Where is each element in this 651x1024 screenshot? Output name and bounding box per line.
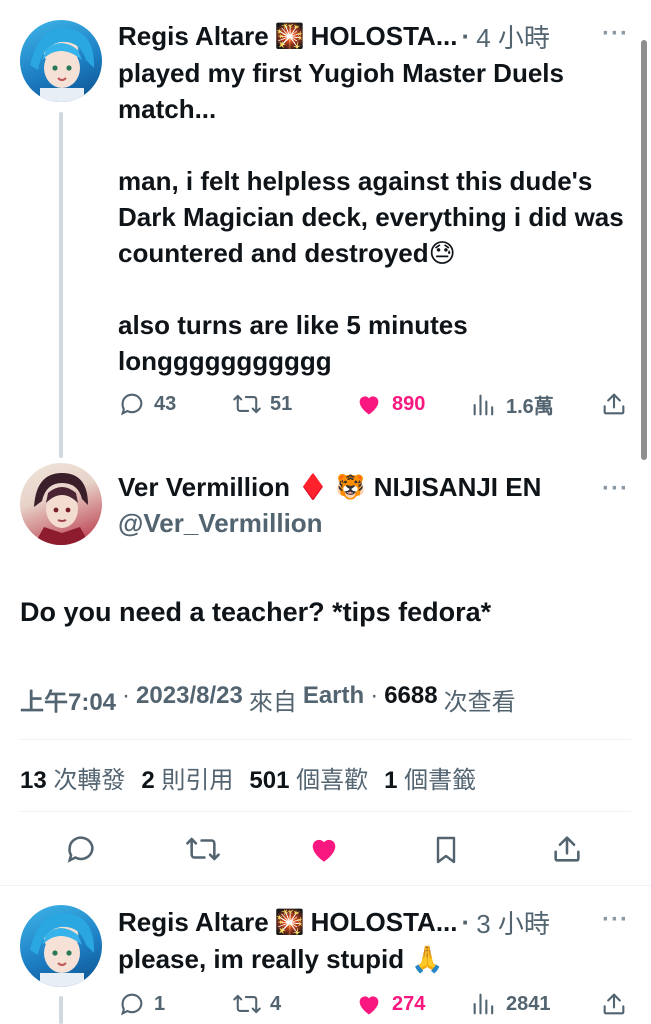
main-source-prefix: 來自 bbox=[248, 689, 297, 716]
reply2-likes: 274 bbox=[392, 992, 426, 1015]
views-icon bbox=[473, 993, 494, 1015]
divider-1 bbox=[20, 739, 631, 740]
red-diamond-icon: ♦️ bbox=[297, 474, 328, 501]
reply1-org[interactable]: HOLOSTA... bbox=[311, 21, 458, 52]
reply1-dot: · bbox=[461, 21, 471, 51]
reply1-likes: 890 bbox=[392, 392, 426, 415]
heart-filled-icon bbox=[359, 396, 379, 415]
reply2-views: 2841 bbox=[506, 992, 551, 1015]
avatar-regis-2-art bbox=[30, 912, 95, 987]
reply-icon[interactable] bbox=[64, 832, 98, 866]
reply1-text: played my first Yugioh Master Duels matc… bbox=[118, 58, 624, 376]
tiger-icon: 🐯 bbox=[335, 474, 366, 501]
share-icon[interactable] bbox=[550, 832, 584, 866]
reply2-dot: · bbox=[461, 907, 471, 937]
retweet-icon bbox=[233, 994, 261, 1014]
stat-likes-num: 501 bbox=[249, 767, 290, 794]
reply1-author-name[interactable]: Regis Altare bbox=[118, 21, 269, 52]
main-meta: 上午7:04 · 2023/8/23 來自 Earth · 6688 次查看 bbox=[20, 682, 516, 717]
fireworks-icon: 🎇 bbox=[274, 23, 305, 50]
reply1-reply-button[interactable]: 43 bbox=[118, 390, 176, 418]
divider-2 bbox=[20, 811, 631, 812]
main-views-count: 6688 bbox=[384, 682, 438, 709]
reply1-retweet-button[interactable]: 51 bbox=[232, 390, 292, 418]
reply1-actions: 43 51 890 1.6萬 bbox=[118, 390, 633, 420]
reply2-more-icon[interactable]: ··· bbox=[602, 906, 629, 934]
reply1-like-button[interactable]: 890 bbox=[354, 390, 425, 418]
reply2-views-button[interactable]: 2841 bbox=[470, 990, 551, 1018]
reply2-text: please, im really stupid 🙏 bbox=[118, 944, 444, 974]
reply2-replies: 1 bbox=[154, 992, 166, 1015]
avatar-ver-art bbox=[34, 473, 90, 545]
stat-quotes-label: 則引用 bbox=[161, 767, 234, 794]
stat-likes-label: 個喜歡 bbox=[296, 767, 369, 794]
scrollbar[interactable] bbox=[641, 40, 647, 460]
main-date[interactable]: 2023/8/23 bbox=[136, 682, 243, 717]
meta-dot-2: · bbox=[370, 682, 379, 709]
main-time[interactable]: 上午7:04 bbox=[20, 682, 116, 717]
reply1-more-icon[interactable]: ··· bbox=[602, 20, 629, 48]
main-source: Earth bbox=[302, 682, 365, 709]
stat-quotes[interactable]: 2 則引用 bbox=[141, 760, 233, 795]
reply-icon bbox=[121, 393, 143, 416]
meta-dot-1: · bbox=[122, 682, 131, 709]
stat-retweets-num: 13 bbox=[20, 767, 47, 794]
reply1-header: Regis Altare 🎇 HOLOSTA... · 4 小時 bbox=[118, 18, 550, 55]
reply2-header: Regis Altare 🎇 HOLOSTA... · 3 小時 bbox=[118, 904, 550, 941]
main-header: Ver Vermillion ♦️ 🐯 NIJISANJI EN bbox=[118, 472, 541, 503]
main-handle[interactable]: @Ver_Vermillion bbox=[118, 508, 323, 539]
stat-bookmarks-num: 1 bbox=[384, 767, 398, 794]
main-org[interactable]: NIJISANJI EN bbox=[374, 472, 542, 503]
reply2-actions: 1 4 274 2841 bbox=[118, 990, 633, 1020]
stat-likes[interactable]: 501 個喜歡 bbox=[249, 760, 368, 795]
heart-filled-icon[interactable] bbox=[306, 832, 342, 866]
divider-3 bbox=[0, 885, 651, 886]
reply1-replies: 43 bbox=[154, 392, 177, 415]
reply1-time[interactable]: 4 小時 bbox=[476, 18, 550, 55]
reply1-share-button[interactable] bbox=[600, 390, 628, 418]
views-icon bbox=[473, 394, 494, 415]
main-text: Do you need a teacher? *tips fedora* bbox=[20, 597, 492, 627]
reply2-retweets: 4 bbox=[270, 992, 282, 1015]
reply1-views-button[interactable]: 1.6萬 bbox=[470, 390, 554, 419]
main-author-name[interactable]: Ver Vermillion bbox=[118, 472, 290, 503]
reply2-retweet-button[interactable]: 4 bbox=[232, 990, 281, 1018]
reply1-retweets: 51 bbox=[270, 392, 293, 415]
fireworks-icon: 🎇 bbox=[274, 909, 305, 936]
retweet-icon[interactable] bbox=[184, 832, 222, 866]
stat-bookmarks[interactable]: 1 個書籤 bbox=[384, 760, 476, 795]
main-stats: 13 次轉發 2 則引用 501 個喜歡 1 個書籤 bbox=[20, 760, 476, 795]
thread-line-2 bbox=[59, 996, 63, 1024]
stat-retweets[interactable]: 13 次轉發 bbox=[20, 760, 125, 795]
main-more-icon[interactable]: ··· bbox=[602, 475, 629, 503]
reply2-time[interactable]: 3 小時 bbox=[476, 904, 550, 941]
avatar-regis-2[interactable] bbox=[20, 905, 102, 987]
bookmark-icon[interactable] bbox=[430, 832, 462, 868]
main-views-label: 次查看 bbox=[443, 689, 516, 716]
reply1-views: 1.6萬 bbox=[506, 396, 554, 418]
avatar-ver[interactable] bbox=[20, 463, 102, 545]
reply-icon bbox=[121, 993, 143, 1016]
reply2-author-name[interactable]: Regis Altare bbox=[118, 907, 269, 938]
reply2-share-button[interactable] bbox=[600, 990, 628, 1018]
share-icon bbox=[603, 393, 625, 415]
stat-quotes-num: 2 bbox=[141, 767, 155, 794]
reply2-reply-button[interactable]: 1 bbox=[118, 990, 165, 1018]
reply2-org[interactable]: HOLOSTA... bbox=[311, 907, 458, 938]
avatar-regis[interactable] bbox=[20, 20, 102, 102]
stat-bookmarks-label: 個書籤 bbox=[404, 767, 477, 794]
reply2-like-button[interactable]: 274 bbox=[354, 990, 425, 1018]
thread-line bbox=[59, 112, 63, 458]
heart-filled-icon bbox=[359, 996, 379, 1015]
stat-retweets-label: 次轉發 bbox=[53, 767, 126, 794]
share-icon bbox=[603, 993, 625, 1015]
retweet-icon bbox=[233, 394, 261, 414]
main-actions bbox=[0, 830, 651, 870]
avatar-regis-art bbox=[30, 27, 95, 102]
